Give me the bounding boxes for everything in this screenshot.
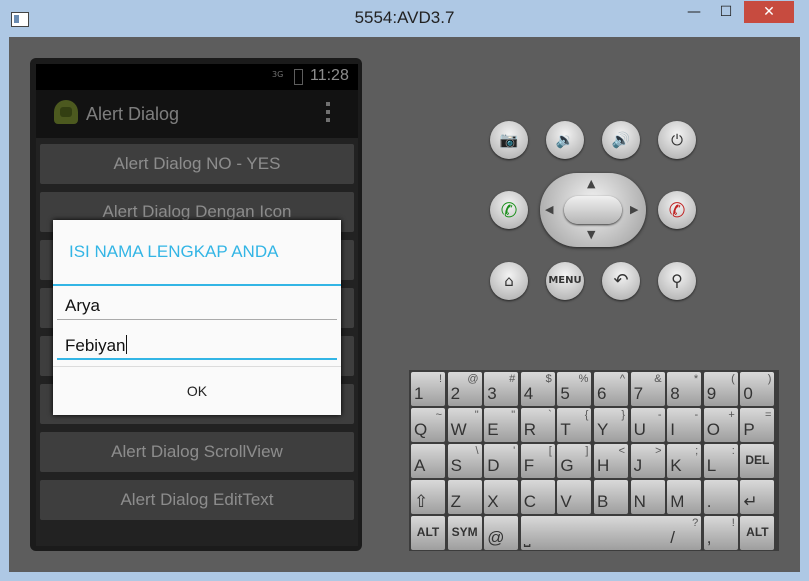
key-n[interactable]: N xyxy=(630,480,665,514)
device-screen: 3G 11:28 Alert Dialog Alert Dialog NO - … xyxy=(36,64,358,546)
key-r[interactable]: R ` xyxy=(520,408,555,442)
key-y[interactable]: Y} xyxy=(594,408,628,442)
dialog-title-divider xyxy=(53,284,341,286)
key-f[interactable]: F[ xyxy=(520,444,555,478)
key-b[interactable]: B xyxy=(594,480,628,514)
first-name-field[interactable]: Arya xyxy=(57,292,337,320)
key-v[interactable]: V xyxy=(557,480,592,514)
alt-key-right[interactable]: ALT xyxy=(740,516,775,550)
home-icon[interactable]: ⌂ xyxy=(490,262,528,300)
dpad-right-icon[interactable]: ▶ xyxy=(630,203,638,216)
end-call-icon[interactable]: ✆ xyxy=(658,191,696,229)
dpad-up-icon[interactable]: ▲ xyxy=(587,177,595,190)
key-i[interactable]: I- xyxy=(667,408,702,442)
key-s[interactable]: S \ xyxy=(447,444,482,478)
dpad-down-icon[interactable]: ▼ xyxy=(587,228,595,241)
key-p[interactable]: P = xyxy=(740,408,775,442)
key-4[interactable]: 4 $ xyxy=(520,372,555,406)
volume-up-icon[interactable]: 🔊 xyxy=(602,121,640,159)
menu-button[interactable]: MENU xyxy=(546,262,584,300)
key-0[interactable]: 0) xyxy=(740,372,775,406)
volume-down-icon[interactable]: 🔉 xyxy=(546,121,584,159)
key-5[interactable]: 5% xyxy=(557,372,592,406)
delete-key[interactable]: DEL xyxy=(740,444,775,478)
key-3[interactable]: 3 # xyxy=(484,372,519,406)
key-comma[interactable]: ,! xyxy=(703,516,738,550)
ok-button[interactable]: OK xyxy=(53,367,341,415)
text-cursor xyxy=(126,335,128,354)
key-9[interactable]: 9( xyxy=(703,372,738,406)
title-bar: 5554:AVD3.7 — ☐ ✕ xyxy=(0,0,809,36)
key-a[interactable]: A xyxy=(411,444,445,478)
key-7[interactable]: 7 & xyxy=(630,372,665,406)
key-m[interactable]: M xyxy=(667,480,702,514)
key-l[interactable]: L: xyxy=(703,444,738,478)
key-z[interactable]: Z xyxy=(447,480,482,514)
key-j[interactable]: J > xyxy=(630,444,665,478)
key-h[interactable]: H < xyxy=(594,444,628,478)
key-2[interactable]: 2 @ xyxy=(447,372,482,406)
enter-key[interactable]: ↵ xyxy=(740,480,775,514)
alt-key-left[interactable]: ALT xyxy=(411,516,445,550)
back-icon[interactable]: ↶ xyxy=(602,262,640,300)
camera-icon[interactable]: 📷 xyxy=(490,121,528,159)
dpad-left-icon[interactable]: ◀ xyxy=(545,203,553,216)
call-icon[interactable]: ✆ xyxy=(490,191,528,229)
dpad-center-button[interactable] xyxy=(564,196,622,224)
sym-key[interactable]: SYM xyxy=(447,516,482,550)
key-t[interactable]: T{ xyxy=(557,408,592,442)
key-period[interactable]: . xyxy=(703,480,738,514)
emulator-window: 5554:AVD3.7 — ☐ ✕ 3G 11:28 Alert Dialog … xyxy=(0,0,809,581)
shift-key[interactable]: ⇧ xyxy=(411,480,445,514)
close-button[interactable]: ✕ xyxy=(744,1,794,23)
key-at[interactable]: @ xyxy=(484,516,519,550)
key-slash[interactable]: /? xyxy=(667,516,702,550)
key-q[interactable]: Q ~ xyxy=(411,408,445,442)
maximize-button[interactable]: ☐ xyxy=(712,1,740,23)
key-e[interactable]: E " xyxy=(484,408,519,442)
power-icon[interactable]: ⏻ xyxy=(658,121,696,159)
key-w[interactable]: W " xyxy=(447,408,482,442)
key-u[interactable]: U- xyxy=(630,408,665,442)
key-g[interactable]: G] xyxy=(557,444,592,478)
key-c[interactable]: C xyxy=(520,480,555,514)
name-input-dialog: ISI NAMA LENGKAP ANDA Arya Febiyan OK xyxy=(53,220,341,415)
key-x[interactable]: X xyxy=(484,480,519,514)
key-o[interactable]: O + xyxy=(703,408,738,442)
key-8[interactable]: 8 * xyxy=(667,372,702,406)
key-d[interactable]: D ' xyxy=(484,444,519,478)
minimize-button[interactable]: — xyxy=(680,1,708,23)
last-name-value: Febiyan xyxy=(65,336,126,355)
dialog-title: ISI NAMA LENGKAP ANDA xyxy=(69,242,279,261)
search-icon[interactable]: ⚲ xyxy=(658,262,696,300)
last-name-field[interactable]: Febiyan xyxy=(57,332,337,360)
key-k[interactable]: K; xyxy=(667,444,702,478)
hardware-keyboard: 1! 2 @3 #4 $5% 6 ^ 7 & 8 * 9(0) Q ~ W " E " R ` T{Y} U - I - O + P =… xyxy=(409,370,779,551)
key-6[interactable]: 6 ^ xyxy=(594,372,628,406)
key-1[interactable]: 1! xyxy=(411,372,445,406)
